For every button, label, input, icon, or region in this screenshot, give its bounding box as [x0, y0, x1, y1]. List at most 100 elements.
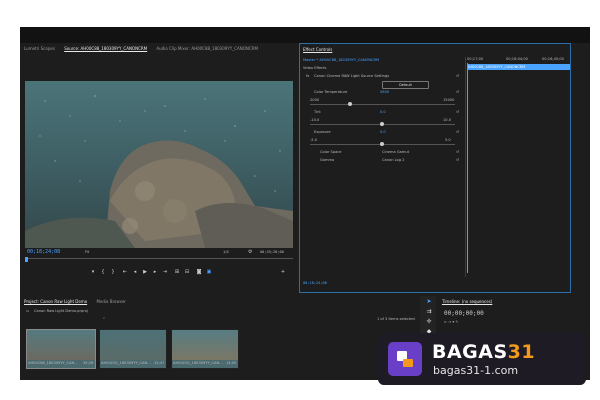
resolution-dropdown[interactable]: 1/4	[223, 250, 229, 254]
premiere-window: Lumetri Scopes Source: AH00C88_180309YY_…	[20, 27, 590, 380]
clip-duration: 35;28	[83, 361, 94, 365]
snap-icon[interactable]: ⊂	[444, 320, 447, 324]
logo-shape-bottom	[403, 359, 413, 367]
underwater-coral-image	[25, 81, 293, 248]
track-select-tool-icon[interactable]: ⇉	[425, 308, 433, 315]
color-space-dropdown[interactable]: Cinema Gamut	[382, 150, 409, 154]
fit-dropdown[interactable]: Fit	[85, 250, 89, 254]
tint-max: 10.0	[443, 118, 452, 122]
ruler-tick: 00;18;04;00	[506, 57, 528, 61]
color-temperature-knob[interactable]	[348, 102, 352, 106]
clip-duration: 14;00	[226, 361, 237, 365]
effect-controls-timecode: 00;18;24;08	[303, 281, 327, 285]
reset-icon[interactable]: ↺	[456, 130, 459, 134]
exposure-knob[interactable]	[380, 142, 384, 146]
tab-timeline[interactable]: Timeline: (no sequences)	[442, 299, 492, 304]
settings-icon[interactable]: ▣	[206, 269, 212, 275]
tint-knob[interactable]	[380, 122, 384, 126]
clip-thumbnail-1[interactable]: AH00C88_180309YY_CAN... 35;28	[26, 329, 96, 369]
playhead-bar[interactable]	[25, 257, 293, 263]
timeline-tools: ⊂ ⊃ ▾ ✎	[444, 320, 458, 324]
playhead-marker[interactable]	[25, 257, 28, 262]
brand-logo-icon	[388, 342, 422, 376]
video-effects-label: Video Effects	[303, 66, 327, 70]
tint-label: Tint	[314, 110, 321, 114]
project-folder: Canon Raw Light Demo.prproj	[34, 309, 88, 313]
wrench-icon[interactable]: ✎	[455, 320, 458, 324]
color-temperature-slider[interactable]	[310, 102, 455, 106]
tint-slider[interactable]	[310, 122, 455, 126]
tab-audio-clip-mixer[interactable]: Audio Clip Mixer: AH00C88_180309YY_CANON…	[156, 46, 258, 51]
insert-icon[interactable]: ⊞	[174, 269, 180, 275]
tab-media-browser[interactable]: Media Browser	[96, 299, 126, 304]
master-clip-label[interactable]: Master * AH00C88_180309YY_CANONCRM	[303, 58, 379, 62]
bin-icon: ▭	[26, 309, 30, 313]
effect-name[interactable]: Canon Cinema RAW Light Source Settings	[314, 74, 389, 78]
timeline-timecode: 00;00;00;00	[444, 310, 484, 317]
go-to-in-icon[interactable]: ⇤	[122, 269, 128, 275]
reset-icon[interactable]: ↺	[456, 110, 459, 114]
ripple-edit-tool-icon[interactable]: ✢	[425, 318, 433, 325]
default-button[interactable]: Default	[382, 81, 429, 89]
clip-thumbnail-3[interactable]: AH00C92_180309YY_CAN... 14;00	[171, 329, 239, 369]
clip-name: AH00C92_180309YY_CAN...	[101, 361, 151, 365]
tab-lumetri-scopes[interactable]: Lumetri Scopes	[24, 46, 55, 51]
marker-icon[interactable]: ▾	[452, 320, 454, 324]
gamma-label: Gamma	[320, 158, 335, 162]
exposure-value[interactable]: 0.0	[380, 130, 386, 134]
step-forward-icon[interactable]: ▸	[152, 269, 158, 275]
wrench-icon[interactable]: ⚙	[248, 249, 252, 255]
top-toolbar	[20, 27, 590, 43]
reset-icon[interactable]: ↺	[456, 90, 459, 94]
tab-source[interactable]: Source: AH00C88_180309YY_CANONCRM	[64, 46, 147, 51]
video-preview[interactable]	[25, 81, 293, 248]
go-to-out-icon[interactable]: ⇥	[162, 269, 168, 275]
effect-timeline[interactable]: 00;17;00 00;18;04;00 00;18;45;00 AH00C88…	[465, 57, 571, 277]
timeline-ruler: 00;17;00 00;18;04;00 00;18;45;00	[466, 57, 571, 63]
fx-icon[interactable]: fx	[306, 74, 309, 78]
gamma-dropdown[interactable]: Canon Log 2	[382, 158, 404, 162]
step-back-icon[interactable]: ◂	[132, 269, 138, 275]
color-temperature-min: 2000	[310, 98, 320, 102]
project-panel: Project: Canon Raw Light Demo Media Brow…	[20, 296, 420, 380]
brand-url: bagas31-1.com	[433, 364, 519, 377]
exposure-min: -5.0	[310, 138, 318, 142]
effect-playhead[interactable]	[467, 63, 468, 273]
overwrite-icon[interactable]: ⊟	[184, 269, 190, 275]
color-temperature-max: 15000	[443, 98, 455, 102]
tab-project[interactable]: Project: Canon Raw Light Demo	[24, 299, 87, 304]
color-temperature-value[interactable]: 5600	[380, 90, 389, 94]
clip-thumbnail-image	[27, 330, 95, 360]
clip-thumbnail-image	[100, 330, 166, 360]
color-space-label: Color Space	[320, 150, 342, 154]
export-frame-icon[interactable]: ◙	[196, 269, 202, 275]
mark-in-icon[interactable]: {	[100, 269, 106, 275]
reset-icon[interactable]: ↺	[456, 158, 459, 162]
linked-selection-icon[interactable]: ⊃	[448, 320, 451, 324]
reset-icon[interactable]: ↺	[456, 150, 459, 154]
reset-icon[interactable]: ↺	[456, 74, 459, 78]
color-temperature-label: Color Temperature	[314, 90, 348, 94]
play-icon[interactable]: ▶	[142, 269, 148, 275]
source-tabs: Lumetri Scopes Source: AH00C88_180309YY_…	[24, 43, 266, 55]
tint-min: -10.0	[310, 118, 320, 122]
selection-tool-icon[interactable]: ➤	[425, 298, 433, 305]
clip-bar[interactable]: AH00C88_180309YY_CANONCRM	[467, 64, 570, 70]
add-marker-icon[interactable]: ▾	[90, 269, 96, 275]
brand-number: 31	[507, 341, 536, 363]
timeline-header: Timeline: (no sequences)	[442, 296, 500, 308]
clip-thumbnail-image	[172, 330, 238, 360]
source-timecode[interactable]: 00;18;24;08	[27, 249, 60, 255]
tint-value[interactable]: 0.0	[380, 110, 386, 114]
clip-duration: 15;47	[154, 361, 165, 365]
clip-thumbnail-2[interactable]: AH00C92_180309YY_CAN... 15;47	[99, 329, 167, 369]
search-icon[interactable]: ⌕	[103, 316, 105, 320]
exposure-slider[interactable]	[310, 142, 455, 146]
tab-effect-controls[interactable]: Effect Controls	[303, 47, 332, 52]
brand-text: BAGAS31	[432, 341, 535, 363]
mark-out-icon[interactable]: }	[110, 269, 116, 275]
add-button-icon[interactable]: +	[280, 269, 286, 275]
effect-controls-header: Effect Controls	[303, 44, 340, 56]
effect-controls-panel: Effect Controls Master * AH00C88_180309Y…	[299, 43, 571, 293]
clip-name: AH00C88_180309YY_CAN...	[28, 361, 78, 365]
